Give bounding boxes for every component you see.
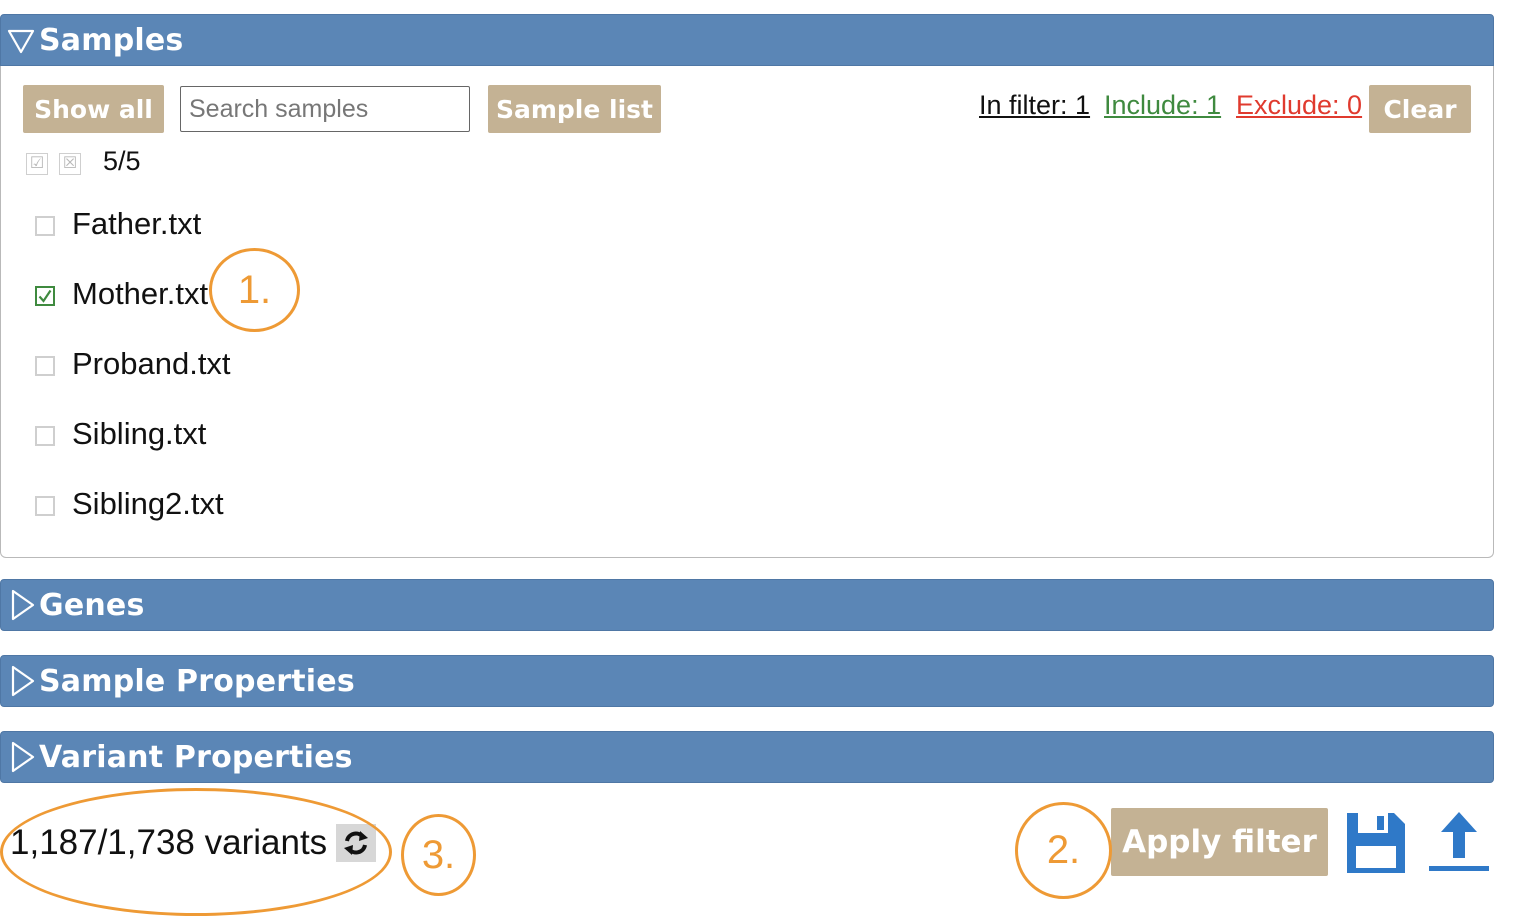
- sample-list-button[interactable]: Sample list: [488, 85, 661, 133]
- selection-count: 5/5: [103, 146, 141, 176]
- sample-label: Sibling2.txt: [72, 486, 224, 521]
- sample-checkbox[interactable]: [35, 356, 55, 376]
- show-all-button[interactable]: Show all: [23, 85, 164, 133]
- variant-properties-panel-title: Variant Properties: [39, 739, 353, 775]
- variant-properties-panel-header[interactable]: Variant Properties: [0, 731, 1494, 783]
- sample-label: Mother.txt: [72, 276, 209, 311]
- select-all-icon[interactable]: ☑: [26, 153, 48, 175]
- search-samples-input[interactable]: [180, 86, 470, 132]
- in-filter-link[interactable]: In filter: 1: [979, 90, 1090, 121]
- annotation-1: 1.: [209, 248, 300, 332]
- sample-checkbox-checked[interactable]: [35, 286, 55, 306]
- sample-properties-panel-title: Sample Properties: [39, 663, 355, 699]
- apply-filter-button[interactable]: Apply filter: [1111, 808, 1328, 876]
- expand-triangle-icon: [3, 664, 39, 698]
- annotation-3: 3.: [401, 814, 476, 896]
- samples-panel-title: Samples: [39, 22, 184, 58]
- sample-label: Father.txt: [72, 206, 202, 241]
- sample-label: Proband.txt: [72, 346, 231, 381]
- genes-panel-header[interactable]: Genes: [0, 579, 1494, 631]
- samples-panel-header[interactable]: Samples: [0, 14, 1494, 66]
- sample-checkbox[interactable]: [35, 426, 55, 446]
- sample-checkbox[interactable]: [35, 216, 55, 236]
- save-icon[interactable]: [1344, 810, 1408, 881]
- genes-panel-title: Genes: [39, 587, 145, 623]
- upload-icon[interactable]: [1427, 810, 1491, 879]
- sample-label: Sibling.txt: [72, 416, 207, 451]
- expand-triangle-icon: [3, 588, 39, 622]
- sample-checkbox[interactable]: [35, 496, 55, 516]
- checkmark-icon: [38, 289, 52, 303]
- variant-count-highlight-ellipse: [0, 788, 392, 916]
- deselect-all-icon[interactable]: ☒: [59, 153, 81, 175]
- clear-button[interactable]: Clear: [1369, 85, 1471, 133]
- sample-properties-panel-header[interactable]: Sample Properties: [0, 655, 1494, 707]
- exclude-link[interactable]: Exclude: 0: [1236, 90, 1362, 121]
- expand-triangle-icon: [3, 740, 39, 774]
- annotation-2: 2.: [1015, 802, 1112, 899]
- collapse-triangle-icon: [3, 25, 39, 55]
- include-link[interactable]: Include: 1: [1104, 90, 1221, 121]
